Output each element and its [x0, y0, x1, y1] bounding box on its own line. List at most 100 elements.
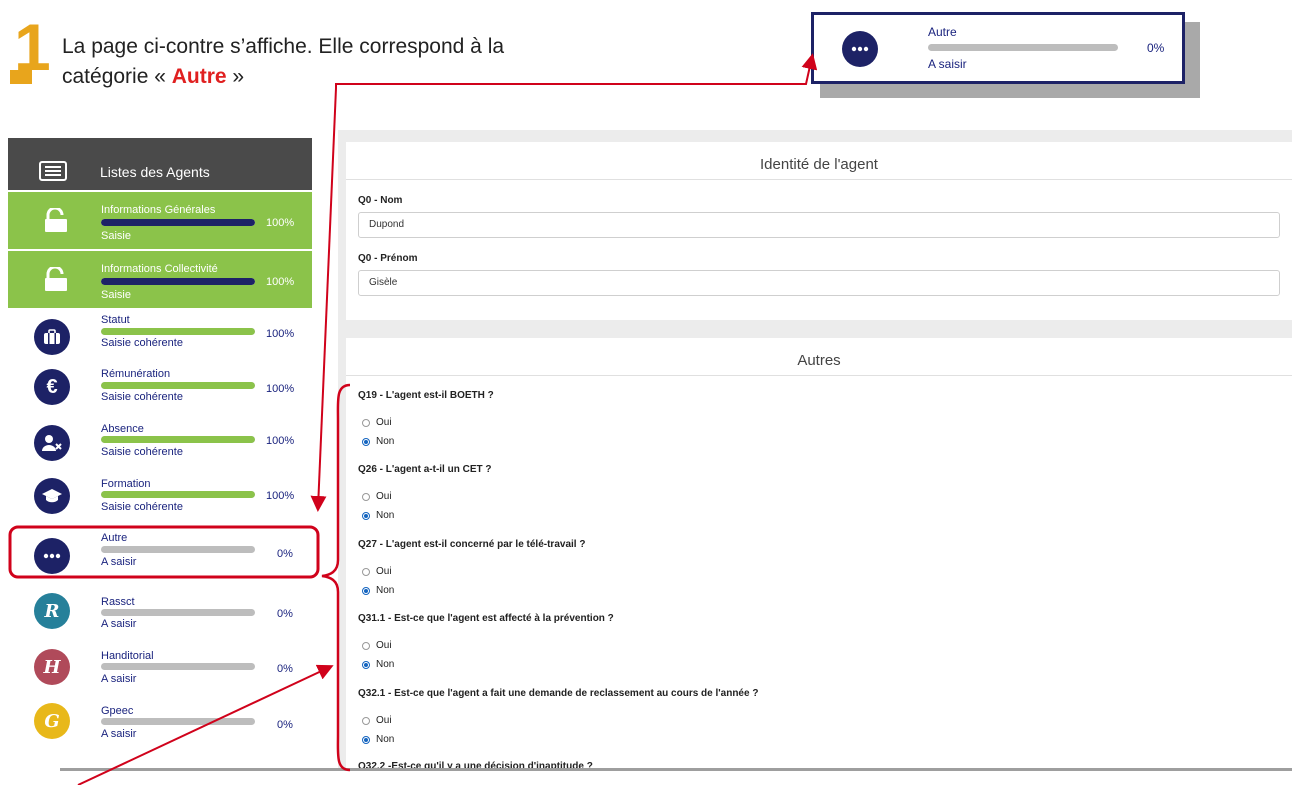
sidebar-item-handitorial[interactable]: H Handitorial 0% A saisir: [8, 645, 312, 699]
item-status: Saisie: [101, 230, 131, 242]
r-icon: R: [34, 593, 70, 629]
prenom-input[interactable]: Gisèle: [358, 270, 1280, 296]
callout-progress-bar: [928, 44, 1118, 51]
item-progress-bar: [101, 382, 255, 389]
callout-autre: Autre 0% A saisir: [811, 12, 1185, 84]
list-icon: [39, 161, 67, 181]
item-percent: 100%: [266, 217, 295, 229]
item-progress-fill: [101, 278, 255, 285]
radio-button[interactable]: [362, 716, 370, 725]
radio-oui[interactable]: Oui: [362, 491, 392, 502]
question-label: Q26 - L'agent a-t-il un CET ?: [358, 464, 492, 475]
item-title: Gpeec: [101, 705, 134, 717]
sidebar-item-autre[interactable]: Autre 0% A saisir: [8, 530, 312, 584]
item-progress-bar: [101, 436, 255, 443]
radio-button[interactable]: [362, 586, 370, 595]
step-line1: La page ci-contre s’affiche. Elle corres…: [62, 35, 505, 58]
radio-oui[interactable]: Oui: [362, 715, 392, 726]
item-title: Informations Générales: [101, 204, 216, 216]
callout-percent: 0%: [1147, 41, 1165, 55]
briefcase-icon: [34, 319, 70, 355]
step-line2-prefix: catégorie «: [62, 65, 172, 88]
prenom-label: Q0 - Prénom: [358, 253, 418, 264]
unlock-icon: [45, 208, 67, 232]
sidebar-item-informations-generales[interactable]: Informations Générales 100% Saisie: [8, 192, 312, 249]
radio-oui[interactable]: Oui: [362, 640, 392, 651]
radio-non[interactable]: Non: [362, 585, 394, 596]
item-percent: 100%: [266, 328, 295, 340]
item-percent: 100%: [266, 490, 295, 502]
item-title: Autre: [101, 532, 128, 544]
item-progress-bar: [101, 663, 255, 670]
item-status: A saisir: [101, 556, 137, 568]
radio-label: Oui: [376, 640, 392, 651]
radio-label: Oui: [376, 715, 392, 726]
callout-status: A saisir: [928, 57, 967, 71]
step-line2-suffix: »: [226, 65, 245, 88]
sidebar-item-informations-collectivite[interactable]: Informations Collectivité 100% Saisie: [8, 251, 312, 308]
nom-label: Q0 - Nom: [358, 195, 403, 206]
ellipsis-icon: [842, 31, 878, 67]
radio-button[interactable]: [362, 641, 370, 650]
item-title: Formation: [101, 478, 151, 490]
item-title: Rassct: [101, 596, 135, 608]
radio-button[interactable]: [362, 511, 370, 520]
unlock-icon: [45, 267, 67, 291]
radio-button[interactable]: [362, 660, 370, 669]
radio-button[interactable]: [362, 418, 370, 427]
item-progress-bar: [101, 546, 255, 553]
identity-panel: Identité de l'agent Q0 - Nom Dupond Q0 -…: [346, 142, 1292, 320]
item-progress-bar: [101, 328, 255, 335]
sidebar-item-formation[interactable]: Formation 100% Saisie cohérente: [8, 475, 312, 529]
sidebar-item-rassct[interactable]: R Rassct 0% A saisir: [8, 590, 312, 644]
sidebar-item-gpeec[interactable]: G Gpeec 0% A saisir: [8, 700, 312, 754]
question-label: Q31.1 - Est-ce que l'agent est affecté à…: [358, 613, 614, 624]
identity-divider: [346, 179, 1292, 180]
radio-non[interactable]: Non: [362, 510, 394, 521]
item-percent: 100%: [266, 435, 295, 447]
step-instruction: La page ci-contre s’affiche. Elle corres…: [62, 32, 682, 92]
radio-label: Non: [376, 734, 395, 745]
radio-button[interactable]: [362, 567, 370, 576]
radio-non[interactable]: Non: [362, 734, 394, 745]
item-progress-bar: [101, 609, 255, 616]
euro-icon: €: [34, 369, 70, 405]
item-percent: 0%: [277, 719, 293, 731]
sidebar-header[interactable]: Listes des Agents: [8, 138, 312, 190]
item-title: Statut: [101, 314, 130, 326]
sidebar-item-remuneration[interactable]: € Rémunération 100% Saisie cohérente: [8, 365, 312, 419]
step-block: [10, 70, 32, 84]
item-status: Saisie cohérente: [101, 446, 183, 458]
radio-oui[interactable]: Oui: [362, 417, 392, 428]
nom-input[interactable]: Dupond: [358, 212, 1280, 238]
radio-button[interactable]: [362, 437, 370, 446]
radio-button[interactable]: [362, 735, 370, 744]
item-status: Saisie cohérente: [101, 501, 183, 513]
ellipsis-icon: [34, 538, 70, 574]
item-progress-bar: [101, 718, 255, 725]
item-percent: 100%: [266, 276, 295, 288]
radio-non[interactable]: Non: [362, 659, 394, 670]
item-progress-fill: [101, 436, 255, 443]
step-highlight: Autre: [171, 65, 227, 88]
item-status: A saisir: [101, 728, 137, 740]
sidebar-item-statut[interactable]: Statut 100% Saisie cohérente: [8, 310, 312, 364]
radio-non[interactable]: Non: [362, 436, 394, 447]
radio-label: Oui: [376, 566, 392, 577]
question-label: Q32.1 - Est-ce que l'agent a fait une de…: [358, 688, 759, 699]
item-progress-fill: [101, 219, 255, 226]
step-number: 1: [10, 14, 58, 84]
item-progress-fill: [101, 328, 255, 335]
callout-title: Autre: [928, 25, 957, 39]
identity-title: Identité de l'agent: [760, 156, 878, 173]
item-progress-fill: [101, 382, 255, 389]
item-title: Informations Collectivité: [101, 263, 218, 275]
radio-oui[interactable]: Oui: [362, 566, 392, 577]
radio-button[interactable]: [362, 492, 370, 501]
item-progress-bar: [101, 278, 255, 285]
item-status: Saisie cohérente: [101, 391, 183, 403]
item-status: Saisie cohérente: [101, 337, 183, 349]
sidebar-item-absence[interactable]: Absence 100% Saisie cohérente: [8, 420, 312, 474]
arrow-to-autre: [310, 87, 337, 512]
item-progress-bar: [101, 491, 255, 498]
